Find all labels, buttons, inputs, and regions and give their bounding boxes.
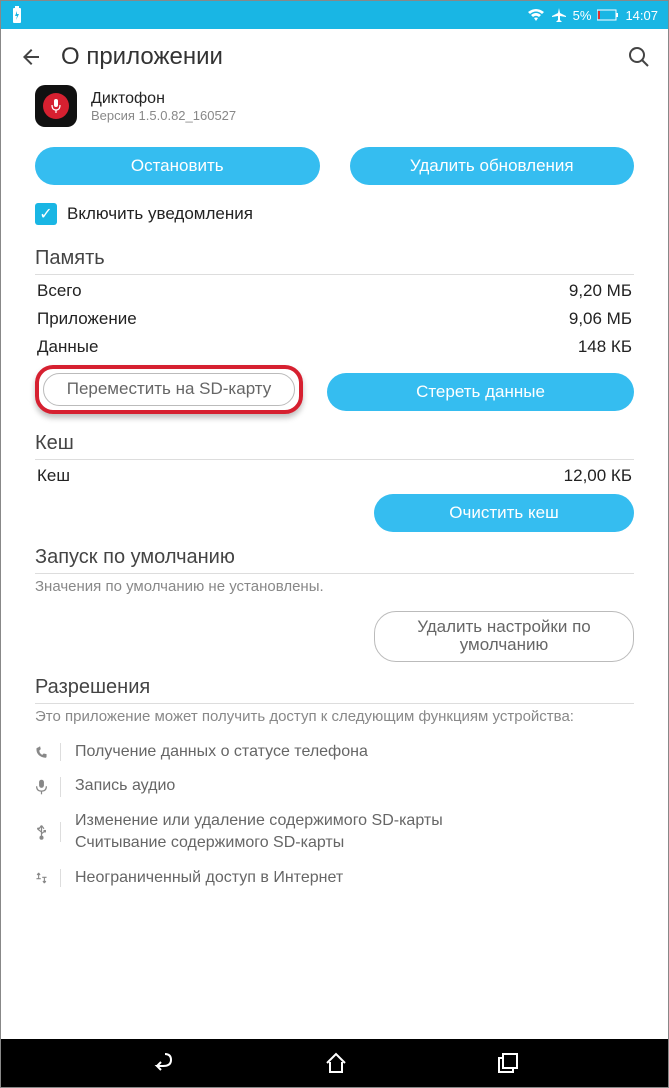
- memory-total-value: 9,20 МБ: [567, 281, 634, 301]
- nav-recent-icon[interactable]: [496, 1051, 520, 1075]
- battery-icon: [597, 9, 619, 21]
- microphone-perm-icon: [35, 777, 61, 797]
- clear-defaults-button[interactable]: Удалить настройки по умолчанию: [374, 611, 634, 662]
- battery-charging-icon: [11, 6, 23, 24]
- clear-data-button[interactable]: Стереть данные: [327, 373, 634, 411]
- memory-data-row: Данные 148 КБ: [35, 331, 634, 359]
- move-to-sd-highlight: Переместить на SD-карту: [35, 365, 303, 414]
- move-to-sd-button[interactable]: Переместить на SD-карту: [43, 373, 295, 406]
- memory-total-label: Всего: [35, 281, 84, 301]
- stop-button[interactable]: Остановить: [35, 147, 320, 185]
- memory-section-title: Память: [35, 239, 634, 275]
- perm-row-audio: Запись аудио: [1, 769, 668, 803]
- perm-internet-text: Неограниченный доступ в Интернет: [75, 867, 343, 889]
- status-bar: 5% 14:07: [1, 1, 668, 29]
- memory-data-label: Данные: [35, 337, 100, 357]
- app-icon: [35, 85, 77, 127]
- clock-text: 14:07: [625, 8, 658, 23]
- app-name: Диктофон: [91, 90, 236, 108]
- microphone-icon: [43, 93, 69, 119]
- network-icon: [35, 869, 61, 887]
- defaults-section-title: Запуск по умолчанию: [35, 538, 634, 574]
- search-icon[interactable]: [628, 46, 650, 68]
- notifications-label: Включить уведомления: [67, 204, 253, 224]
- back-icon[interactable]: [19, 45, 43, 69]
- perm-storage-text: Изменение или удаление содержимого SD-ка…: [75, 810, 443, 855]
- defaults-subtitle: Значения по умолчанию не установлены.: [35, 574, 634, 605]
- perm-phone-text: Получение данных о статусе телефона: [75, 741, 368, 763]
- cache-value: 12,00 КБ: [562, 466, 634, 486]
- perm-row-storage: Изменение или удаление содержимого SD-ка…: [1, 804, 668, 861]
- memory-app-value: 9,06 МБ: [567, 309, 634, 329]
- perm-row-internet: Неограниченный доступ в Интернет: [1, 861, 668, 895]
- nav-home-icon[interactable]: [324, 1051, 348, 1075]
- cache-label: Кеш: [35, 466, 72, 486]
- phone-icon: [35, 743, 61, 761]
- usb-icon: [35, 822, 61, 842]
- page-title: О приложении: [61, 43, 610, 71]
- app-header: О приложении: [1, 29, 668, 85]
- perm-row-phone: Получение данных о статусе телефона: [1, 735, 668, 769]
- memory-app-row: Приложение 9,06 МБ: [35, 303, 634, 331]
- navigation-bar: [1, 1039, 668, 1087]
- permissions-subtitle: Это приложение может получить доступ к с…: [35, 704, 634, 735]
- battery-pct: 5%: [573, 8, 592, 23]
- cache-row: Кеш 12,00 КБ: [35, 460, 634, 488]
- perm-audio-text: Запись аудио: [75, 775, 175, 797]
- memory-total-row: Всего 9,20 МБ: [35, 275, 634, 303]
- cache-section-title: Кеш: [35, 424, 634, 460]
- uninstall-updates-button[interactable]: Удалить обновления: [350, 147, 635, 185]
- airplane-icon: [551, 7, 567, 23]
- permissions-section-title: Разрешения: [35, 668, 634, 704]
- app-version: Версия 1.5.0.82_160527: [91, 108, 236, 123]
- memory-app-label: Приложение: [35, 309, 139, 329]
- memory-data-value: 148 КБ: [576, 337, 634, 357]
- nav-back-icon[interactable]: [149, 1050, 175, 1076]
- wifi-icon: [527, 8, 545, 22]
- app-info-row: Диктофон Версия 1.5.0.82_160527: [1, 85, 668, 137]
- notifications-checkbox-row[interactable]: ✓ Включить уведомления: [1, 195, 668, 239]
- clear-cache-button[interactable]: Очистить кеш: [374, 494, 634, 532]
- checkbox-checked-icon[interactable]: ✓: [35, 203, 57, 225]
